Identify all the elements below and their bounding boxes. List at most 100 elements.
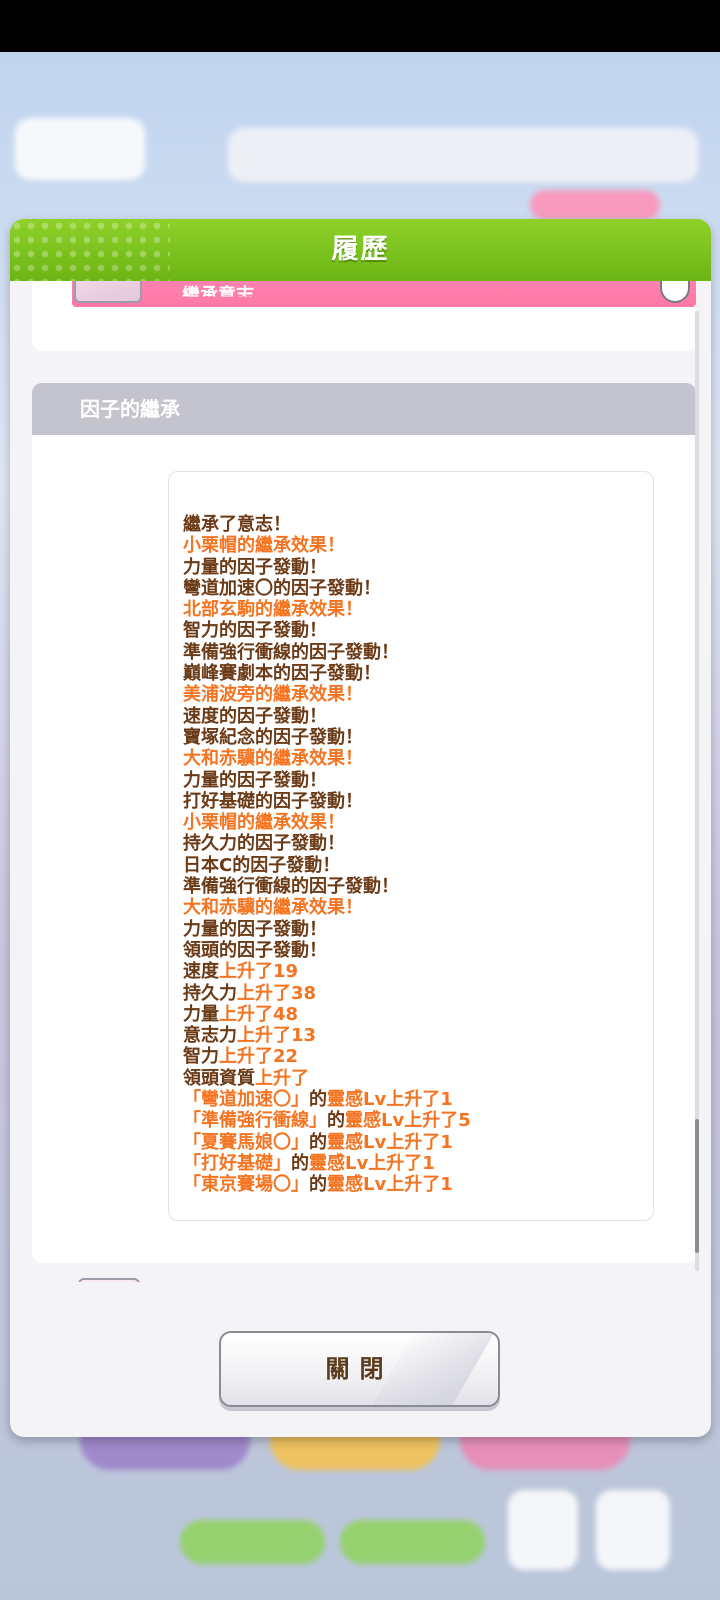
history-dialog: 履歷 繼承意志 因子的繼承 繼承了意志！ 小栗帽的繼承效果！ 力量的因子發動！ 彎道加… bbox=[10, 219, 711, 1437]
log-highlight-text: 上升了48 bbox=[219, 1003, 299, 1025]
section-header: 因子的繼承 bbox=[32, 383, 696, 435]
log-line: 準備強行衝線的因子發動！ bbox=[183, 642, 471, 663]
log-plain-text: 智力 bbox=[183, 1046, 219, 1068]
log-plain-text: 速度 bbox=[183, 961, 219, 983]
log-plain-text: 領頭的因子發動！ bbox=[183, 939, 327, 961]
log-highlight-text: 小栗帽的繼承效果！ bbox=[183, 535, 345, 557]
log-line: 大和赤驥的繼承效果！ bbox=[183, 897, 471, 918]
dialog-header: 履歷 bbox=[10, 219, 711, 281]
log-line: 智力上升了22 bbox=[183, 1046, 471, 1067]
log-highlight-text: 美浦波旁的繼承效果！ bbox=[183, 684, 363, 706]
log-highlight-text: 「彎道加速〇」 bbox=[183, 1089, 309, 1111]
log-plain-text: 領頭資質 bbox=[183, 1067, 255, 1089]
log-highlight-text: 靈感Lv上升了5 bbox=[345, 1110, 471, 1132]
log-line: 領頭的因子發動！ bbox=[183, 940, 471, 961]
log-plain-text: 的 bbox=[309, 1089, 327, 1111]
log-plain-text: 力量的因子發動！ bbox=[183, 918, 327, 940]
log-highlight-text: 大和赤驥的繼承效果！ bbox=[183, 748, 363, 770]
log-line: 小栗帽的繼承效果！ bbox=[183, 535, 471, 556]
background-skip-button bbox=[180, 1520, 325, 1564]
background-info-panel bbox=[228, 128, 698, 182]
log-highlight-text: 大和赤驥的繼承效果！ bbox=[183, 897, 363, 919]
inheritance-log-box: 繼承了意志！ 小栗帽的繼承效果！ 力量的因子發動！ 彎道加速〇的因子發動！ 北部玄駒的繼… bbox=[168, 471, 654, 1221]
log-line: 速度上升了19 bbox=[183, 961, 471, 982]
close-button[interactable]: 關閉 bbox=[219, 1331, 500, 1407]
log-plain-text: 準備強行衝線的因子發動！ bbox=[183, 641, 399, 663]
log-highlight-text: 「準備強行衝線」 bbox=[183, 1110, 327, 1132]
log-line: 「準備強行衝線」的靈感Lv上升了5 bbox=[183, 1110, 471, 1131]
log-plain-text: 繼承了意志！ bbox=[183, 514, 291, 535]
log-highlight-text: 上升了 bbox=[255, 1067, 309, 1089]
log-line: 北部玄駒的繼承效果！ bbox=[183, 599, 471, 620]
log-plain-text: 的 bbox=[309, 1174, 327, 1196]
log-highlight-text: 「東京賽場〇」 bbox=[183, 1174, 309, 1196]
log-plain-text: 打好基礎的因子發動！ bbox=[183, 790, 363, 812]
log-plain-text: 準備強行衝線的因子發動！ bbox=[183, 876, 399, 898]
log-line: 「彎道加速〇」的靈感Lv上升了1 bbox=[183, 1089, 471, 1110]
log-highlight-text: 「打好基礎」 bbox=[183, 1152, 291, 1174]
background-turn-panel bbox=[15, 118, 145, 180]
log-plain-text: 力量 bbox=[183, 1003, 219, 1025]
log-line: 力量的因子發動！ bbox=[183, 557, 471, 578]
log-line: 「夏賽馬娘〇」的靈感Lv上升了1 bbox=[183, 1132, 471, 1153]
log-line: 持久力上升了38 bbox=[183, 983, 471, 1004]
log-plain-text: 速度的因子發動！ bbox=[183, 705, 327, 727]
log-plain-text: 力量的因子發動！ bbox=[183, 556, 327, 578]
background-pink-button bbox=[530, 190, 660, 220]
log-plain-text: 力量的因子發動！ bbox=[183, 769, 327, 791]
log-plain-text: 彎道加速〇的因子發動！ bbox=[183, 577, 381, 599]
card-pink-banner bbox=[72, 281, 696, 307]
log-highlight-text: 上升了13 bbox=[237, 1025, 317, 1047]
log-plain-text: 意志力 bbox=[183, 1025, 237, 1047]
log-line: 繼承了意志！ bbox=[183, 514, 471, 535]
log-highlight-text: 「夏賽馬娘〇」 bbox=[183, 1131, 309, 1153]
log-line: 「打好基礎」的靈感Lv上升了1 bbox=[183, 1153, 471, 1174]
log-plain-text: 的 bbox=[291, 1152, 309, 1174]
log-highlight-text: 上升了22 bbox=[219, 1046, 299, 1068]
log-line: 小栗帽的繼承效果！ bbox=[183, 812, 471, 833]
log-line: 持久力的因子發動！ bbox=[183, 833, 471, 854]
scrollbar-thumb[interactable] bbox=[695, 1119, 699, 1253]
log-highlight-text: 小栗帽的繼承效果！ bbox=[183, 812, 345, 834]
log-plain-text: 智力的因子發動！ bbox=[183, 620, 327, 642]
close-button-label: 關閉 bbox=[325, 1355, 394, 1383]
log-line: 彎道加速〇的因子發動！ bbox=[183, 578, 471, 599]
log-line: 巔峰賽劇本的因子發動！ bbox=[183, 663, 471, 684]
inheritance-will-card[interactable]: 繼承意志 bbox=[32, 281, 696, 351]
log-highlight-text: 靈感Lv上升了1 bbox=[327, 1131, 453, 1153]
log-highlight-text: 上升了38 bbox=[237, 982, 317, 1004]
history-scroll-area[interactable]: 繼承意志 因子的繼承 繼承了意志！ 小栗帽的繼承效果！ 力量的因子發動！ 彎道加速〇的… bbox=[10, 281, 711, 1282]
log-line: 日本C的因子發動！ bbox=[183, 855, 471, 876]
log-highlight-text: 北部玄駒的繼承效果！ bbox=[183, 599, 363, 621]
character-avatar bbox=[74, 281, 142, 303]
log-highlight-text: 上升了19 bbox=[219, 961, 299, 983]
log-highlight-text: 靈感Lv上升了1 bbox=[309, 1152, 435, 1174]
log-line: 意志力上升了13 bbox=[183, 1025, 471, 1046]
log-plain-text: 的 bbox=[309, 1131, 327, 1153]
log-line: 力量的因子發動！ bbox=[183, 770, 471, 791]
log-highlight-text: 靈感Lv上升了1 bbox=[327, 1089, 453, 1111]
character-avatar bbox=[78, 1278, 140, 1282]
log-plain-text: 日本C的因子發動！ bbox=[183, 854, 341, 876]
log-line: 「東京賽場〇」的靈感Lv上升了1 bbox=[183, 1174, 471, 1195]
log-line: 速度的因子發動！ bbox=[183, 706, 471, 727]
log-line: 準備強行衝線的因子發動！ bbox=[183, 876, 471, 897]
status-bar bbox=[0, 0, 720, 52]
background-log-icon bbox=[508, 1490, 578, 1570]
inheritance-log-list: 繼承了意志！ 小栗帽的繼承效果！ 力量的因子發動！ 彎道加速〇的因子發動！ 北部玄駒的繼… bbox=[183, 514, 471, 1196]
log-line: 打好基礎的因子發動！ bbox=[183, 791, 471, 812]
log-line: 領頭資質上升了 bbox=[183, 1068, 471, 1089]
log-plain-text: 寶塚紀念的因子發動！ bbox=[183, 726, 363, 748]
log-highlight-text: 靈感Lv上升了1 bbox=[327, 1174, 453, 1196]
log-line: 大和赤驥的繼承效果！ bbox=[183, 748, 471, 769]
log-plain-text: 巔峰賽劇本的因子發動！ bbox=[183, 663, 381, 685]
log-plain-text: 的 bbox=[327, 1110, 345, 1132]
background-menu-icon bbox=[596, 1490, 670, 1570]
background-auto-button bbox=[340, 1520, 485, 1564]
log-line: 美浦波旁的繼承效果！ bbox=[183, 684, 471, 705]
log-line: 力量上升了48 bbox=[183, 1004, 471, 1025]
factor-inheritance-card: 因子的繼承 繼承了意志！ 小栗帽的繼承效果！ 力量的因子發動！ 彎道加速〇的因子發動！… bbox=[32, 383, 696, 1263]
log-line: 智力的因子發動！ bbox=[183, 620, 471, 641]
log-plain-text: 持久力 bbox=[183, 982, 237, 1004]
log-plain-text: 持久力的因子發動！ bbox=[183, 833, 345, 855]
